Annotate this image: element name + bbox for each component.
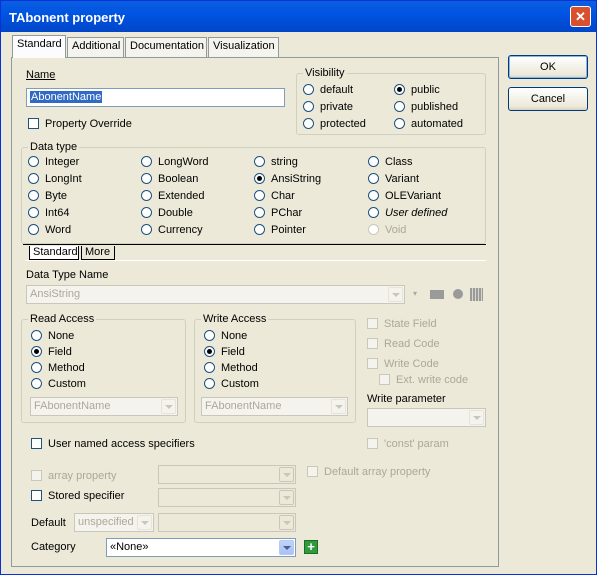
subtab-more[interactable]: More — [81, 246, 115, 260]
tab-standard[interactable]: Standard — [12, 35, 66, 58]
default-array-property-checkbox[interactable]: Default array property — [307, 466, 430, 480]
name-label: Name — [26, 69, 56, 81]
datatype-word-radio[interactable]: Word — [28, 224, 71, 238]
visibility-label: Visibility — [303, 67, 347, 79]
write-access-label: Write Access — [201, 313, 269, 325]
read-none-radio[interactable]: None — [31, 330, 74, 344]
stored-specifier-checkbox[interactable]: Stored specifier — [31, 490, 124, 504]
datatype-longword-radio[interactable]: LongWord — [141, 156, 209, 170]
write-field-radio[interactable]: Field — [204, 346, 245, 360]
datatype-int64-radio[interactable]: Int64 — [28, 207, 69, 221]
read-field-radio[interactable]: Field — [31, 346, 72, 360]
subtab-line — [23, 244, 486, 245]
visibility-default-radio[interactable]: default — [303, 84, 353, 98]
cancel-button[interactable]: Cancel — [508, 87, 588, 111]
visibility-published-radio[interactable]: published — [394, 101, 458, 115]
ok-button[interactable]: OK — [508, 55, 588, 79]
circle-icon[interactable] — [453, 289, 463, 299]
subtab-separator — [25, 260, 486, 261]
data-type-label: Data type — [28, 141, 80, 153]
write-parameter-label: Write parameter — [367, 393, 446, 405]
tab-documentation[interactable]: Documentation — [125, 37, 207, 57]
datatype-extended-radio[interactable]: Extended — [141, 190, 204, 204]
close-icon[interactable]: ✕ — [570, 6, 591, 27]
state-field-checkbox[interactable]: State Field — [367, 318, 437, 332]
default-combo[interactable]: unspecified — [74, 513, 154, 532]
datatype-userdefined-radio[interactable]: User defined — [368, 207, 447, 221]
grid-icon[interactable] — [470, 288, 483, 301]
category-label: Category — [31, 541, 76, 553]
array-property-checkbox[interactable]: array property — [31, 470, 116, 484]
visibility-public-radio[interactable]: public — [394, 84, 440, 98]
datatype-olevariant-radio[interactable]: OLEVariant — [368, 190, 441, 204]
datatype-class-radio[interactable]: Class — [368, 156, 413, 170]
tab-visualization[interactable]: Visualization — [208, 37, 279, 57]
write-none-radio[interactable]: None — [204, 330, 247, 344]
data-type-name-combo[interactable]: AnsiString — [26, 285, 405, 304]
datatype-currency-radio[interactable]: Currency — [141, 224, 203, 238]
array-property-combo[interactable] — [158, 465, 296, 484]
property-override-checkbox[interactable]: Property Override — [28, 118, 132, 132]
read-access-label: Read Access — [28, 313, 97, 325]
name-input[interactable]: AbonentName — [26, 88, 285, 107]
write-code-checkbox[interactable]: Write Code — [367, 358, 439, 372]
visibility-automated-radio[interactable]: automated — [394, 118, 463, 132]
category-combo[interactable]: «None» — [106, 538, 296, 557]
read-code-checkbox[interactable]: Read Code — [367, 338, 440, 352]
const-param-checkbox[interactable]: 'const' param — [367, 438, 449, 452]
ext-write-code-checkbox[interactable]: Ext. write code — [379, 374, 468, 388]
folder-icon[interactable] — [430, 290, 444, 299]
default-label: Default — [31, 517, 66, 529]
data-type-name-label: Data Type Name — [26, 269, 109, 281]
default-value-combo[interactable] — [158, 513, 296, 532]
window-title: TAbonent property — [9, 10, 126, 25]
datatype-void-radio[interactable]: Void — [368, 224, 406, 238]
datatype-boolean-radio[interactable]: Boolean — [141, 173, 198, 187]
tab-additional[interactable]: Additional — [67, 37, 124, 57]
visibility-private-radio[interactable]: private — [303, 101, 353, 115]
datatype-byte-radio[interactable]: Byte — [28, 190, 67, 204]
datatype-integer-radio[interactable]: Integer — [28, 156, 79, 170]
datatype-ansistring-radio[interactable]: AnsiString — [254, 173, 321, 187]
read-method-radio[interactable]: Method — [31, 362, 85, 376]
subtab-standard[interactable]: Standard — [29, 246, 79, 260]
datatype-pointer-radio[interactable]: Pointer — [254, 224, 306, 238]
add-category-icon[interactable]: + — [304, 540, 318, 554]
dialog-window: TAbonent property ✕ Standard Additional … — [0, 0, 597, 575]
stored-specifier-combo[interactable] — [158, 488, 296, 507]
datatype-string-radio[interactable]: string — [254, 156, 298, 170]
title-bar: TAbonent property ✕ — [1, 1, 596, 32]
datatype-variant-radio[interactable]: Variant — [368, 173, 419, 187]
write-parameter-combo[interactable] — [367, 408, 486, 427]
datatype-pchar-radio[interactable]: PChar — [254, 207, 302, 221]
datatype-char-radio[interactable]: Char — [254, 190, 295, 204]
visibility-protected-radio[interactable]: protected — [303, 118, 366, 132]
dropdown-small-icon[interactable]: ▾ — [413, 289, 421, 299]
read-access-combo[interactable]: FAbonentName — [30, 397, 178, 416]
write-method-radio[interactable]: Method — [204, 362, 258, 376]
datatype-double-radio[interactable]: Double — [141, 207, 193, 221]
user-named-access-checkbox[interactable]: User named access specifiers — [31, 438, 195, 452]
write-custom-radio[interactable]: Custom — [204, 378, 259, 392]
datatype-longint-radio[interactable]: LongInt — [28, 173, 82, 187]
read-custom-radio[interactable]: Custom — [31, 378, 86, 392]
write-access-combo[interactable]: FAbonentName — [201, 397, 348, 416]
